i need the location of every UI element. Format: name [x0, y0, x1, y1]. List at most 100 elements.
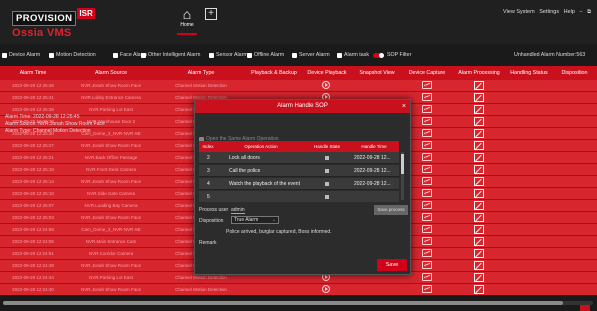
filter-alarm-task[interactable]: Alarm task [337, 52, 369, 58]
cell-alarm-source: NVR.Jonah Show Room Face [80, 83, 142, 88]
handle-state-checkbox[interactable] [325, 169, 329, 173]
home-tab[interactable]: ⌂ Home [175, 6, 199, 35]
col-disposition[interactable]: Disposition [552, 66, 597, 80]
horizontal-scrollbar[interactable] [3, 301, 593, 305]
capture-icon[interactable] [422, 129, 432, 137]
edit-icon[interactable] [474, 201, 484, 210]
edit-icon[interactable] [474, 117, 484, 126]
close-icon[interactable]: × [402, 100, 406, 113]
edit-icon[interactable] [474, 249, 484, 258]
edit-icon[interactable] [474, 273, 484, 282]
col-device-playback[interactable]: Device Playback [302, 66, 352, 80]
edit-icon[interactable] [474, 189, 484, 198]
process-user-label: Process user [199, 207, 229, 213]
capture-icon[interactable] [422, 201, 432, 209]
edit-icon[interactable] [474, 285, 484, 294]
sop-row[interactable]: 5 [199, 191, 399, 202]
capture-icon[interactable] [422, 237, 432, 245]
sop-action: Call the police [229, 168, 261, 174]
filter-offline-alarm[interactable]: Offline Alarm [247, 52, 284, 58]
cell-alarm-source: NVR.Back Office Passage [84, 155, 138, 160]
capture-icon[interactable] [422, 153, 432, 161]
sop-row[interactable]: 4 Watch the playback of the event 2022-0… [199, 178, 399, 190]
menu-help[interactable]: Help [564, 9, 575, 15]
capture-icon[interactable] [422, 213, 432, 221]
handle-state-checkbox[interactable] [325, 182, 329, 186]
menu-settings[interactable]: Settings [539, 9, 559, 15]
sop-action: Lock all doors [229, 155, 260, 161]
edit-icon[interactable] [474, 177, 484, 186]
col-alarm-source[interactable]: Alarm Source [66, 66, 156, 80]
capture-icon[interactable] [422, 105, 432, 113]
col-playback-backup[interactable]: Playback & Backup [246, 66, 302, 80]
handle-state-checkbox[interactable] [325, 156, 329, 160]
cell-alarm-source: Cam_Dome_3_NVR-NVR-SE [81, 227, 141, 232]
capture-icon[interactable] [422, 261, 432, 269]
capture-icon[interactable] [422, 225, 432, 233]
edit-icon[interactable] [474, 153, 484, 162]
remark-text[interactable]: Police arrived, burglar captured, Boss i… [226, 229, 332, 235]
checkbox-icon [141, 52, 146, 58]
edit-icon[interactable] [474, 105, 484, 114]
filter-other-intelligent-alarm[interactable]: Other Intelligent Alarm [141, 52, 200, 58]
alarm-type-text: Alarm Type: Channel Motion Detection [5, 128, 91, 134]
unhandled-alarm-count: Unhandled Alarm Number:563 [514, 52, 586, 58]
sop-row[interactable]: 3 Call the police 2022-09-28 12... [199, 165, 399, 177]
edit-icon[interactable] [474, 93, 484, 102]
col-device-capture[interactable]: Device Capture [402, 66, 452, 80]
sop-filter-toggle[interactable]: SOP Filter [373, 52, 411, 58]
filter-device-alarm[interactable]: Device Alarm [2, 52, 40, 58]
table-row[interactable]: 2022-09-28 12:25:45 NVR.Jonah Show Room F… [0, 80, 597, 92]
capture-icon[interactable] [422, 117, 432, 125]
col-handling-status[interactable]: Handling Status [506, 66, 552, 80]
minimize-button[interactable]: – [579, 9, 582, 15]
cell-alarm-source: NVR.Jonah Show Room Face [80, 263, 142, 268]
edit-icon[interactable] [474, 141, 484, 150]
edit-icon[interactable] [474, 225, 484, 234]
capture-icon[interactable] [422, 93, 432, 101]
capture-icon[interactable] [422, 285, 432, 293]
alarm-center-window: PROVISION ISR Ossia VMS ⌂ Home + View Sys… [0, 0, 597, 311]
col-snapshot-view[interactable]: Snapshot View [352, 66, 402, 80]
save-button[interactable]: Save [377, 259, 407, 271]
checkbox-icon [49, 52, 54, 58]
save-process-button[interactable]: Save process [374, 205, 408, 215]
col-alarm-type[interactable]: Alarm Type [156, 66, 246, 80]
edit-icon[interactable] [474, 261, 484, 270]
capture-icon[interactable] [422, 249, 432, 257]
edit-icon[interactable] [474, 129, 484, 138]
edit-icon[interactable] [474, 237, 484, 246]
capture-icon[interactable] [422, 141, 432, 149]
sop-table-scrollbar[interactable] [401, 152, 404, 200]
scrollbar-thumb[interactable] [401, 154, 404, 174]
home-label: Home [180, 22, 194, 28]
col-alarm-time[interactable]: Alarm Time [0, 66, 66, 80]
play-icon[interactable] [322, 285, 330, 293]
col-alarm-processing[interactable]: Alarm Processing [452, 66, 506, 80]
menu-view-system[interactable]: View System [503, 9, 535, 15]
edit-icon[interactable] [474, 213, 484, 222]
capture-icon[interactable] [422, 189, 432, 197]
table-row[interactable]: 2022-09-28 12:24:40 NVR.Jonah Show Room F… [0, 284, 597, 295]
logo-brand: PROVISION [12, 11, 77, 26]
edit-icon[interactable] [474, 81, 484, 90]
scrollbar-thumb[interactable] [3, 301, 563, 305]
play-icon[interactable] [322, 81, 330, 89]
capture-icon[interactable] [422, 81, 432, 89]
capture-icon[interactable] [422, 165, 432, 173]
capture-icon[interactable] [422, 273, 432, 281]
sop-row[interactable]: 2 Lock all doors 2022-09-28 12... [199, 152, 399, 164]
cell-alarm-time: 2022-09-28 12:24:51 [12, 251, 54, 256]
disposition-select[interactable]: True Alarm ⌄ [231, 216, 279, 224]
capture-icon[interactable] [422, 177, 432, 185]
cell-alarm-source: NVR.Main Entrance Cam [85, 239, 137, 244]
edit-icon[interactable] [474, 165, 484, 174]
filter-motion-detection[interactable]: Motion Detection [49, 52, 96, 58]
filter-label: Server Alarm [299, 52, 330, 58]
handle-state-checkbox[interactable] [325, 195, 329, 199]
restore-button[interactable]: ⧉ [587, 9, 591, 15]
filter-server-alarm[interactable]: Server Alarm [292, 52, 330, 58]
add-tab-button[interactable]: + [205, 8, 217, 20]
filter-sensor-alarm[interactable]: Sensor Alarm [209, 52, 248, 58]
filter-label: Sensor Alarm [216, 52, 248, 58]
